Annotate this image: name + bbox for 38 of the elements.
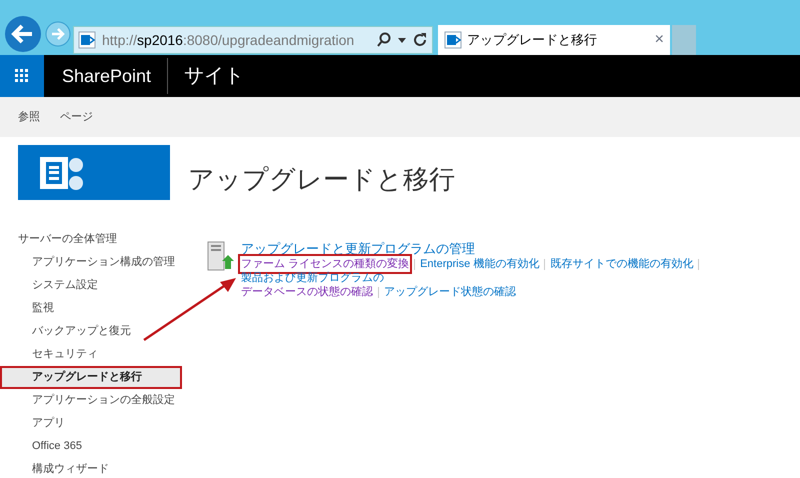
link[interactable]: データベースの状態の確認 <box>241 285 373 299</box>
site-icon <box>444 31 462 49</box>
link[interactable]: 既存サイトでの機能の有効化 <box>550 257 694 271</box>
nav-item[interactable]: Office 365 <box>0 435 182 458</box>
forward-button[interactable] <box>45 20 71 46</box>
nav-heading[interactable]: サーバーの全体管理 <box>0 228 182 251</box>
grid-icon <box>15 69 29 83</box>
refresh-icon[interactable] <box>412 32 428 48</box>
nav-item[interactable]: セキュリティ <box>0 343 182 366</box>
ribbon-tab[interactable]: 参照 <box>18 108 40 126</box>
nav-item[interactable]: アプリ <box>0 412 182 435</box>
search-icon[interactable] <box>376 32 392 48</box>
close-tab-button[interactable]: × <box>654 28 664 52</box>
back-button[interactable] <box>4 14 42 52</box>
nav-item[interactable]: システム設定 <box>0 274 182 297</box>
nav-item[interactable]: アプリケーションの全般設定 <box>0 389 182 412</box>
address-bar[interactable]: http://sp2016:8080/upgradeandmigration <box>73 26 433 54</box>
nav-item[interactable]: 監視 <box>0 297 182 320</box>
browser-tab[interactable]: アップグレードと移行 × <box>438 25 670 55</box>
page-title: アップグレードと移行 <box>188 163 456 196</box>
site-title[interactable]: サイト <box>184 61 244 91</box>
link[interactable]: 製品および更新プログラムの <box>241 271 384 285</box>
ribbon-tab[interactable]: ページ <box>60 108 93 126</box>
url-text: http://sp2016:8080/upgradeandmigration <box>102 30 356 50</box>
app-title[interactable]: SharePoint <box>62 58 168 94</box>
nav-item[interactable]: アップグレードと移行 <box>0 366 182 389</box>
tab-title: アップグレードと移行 <box>467 31 598 50</box>
app-launcher-button[interactable] <box>0 55 44 97</box>
nav-item[interactable]: アプリケーション構成の管理 <box>0 251 182 274</box>
site-logo[interactable] <box>18 145 170 200</box>
caret-icon <box>398 38 406 42</box>
nav-item[interactable]: バックアップと復元 <box>0 320 182 343</box>
link[interactable]: アップグレード状態の確認 <box>384 285 516 299</box>
site-icon <box>78 31 96 49</box>
server-icon <box>207 241 235 271</box>
link[interactable]: ファーム ライセンスの種類の変換 <box>241 257 410 271</box>
link[interactable]: Enterprise 機能の有効化 <box>420 257 540 271</box>
nav-item[interactable]: 構成ウィザード <box>0 458 182 478</box>
